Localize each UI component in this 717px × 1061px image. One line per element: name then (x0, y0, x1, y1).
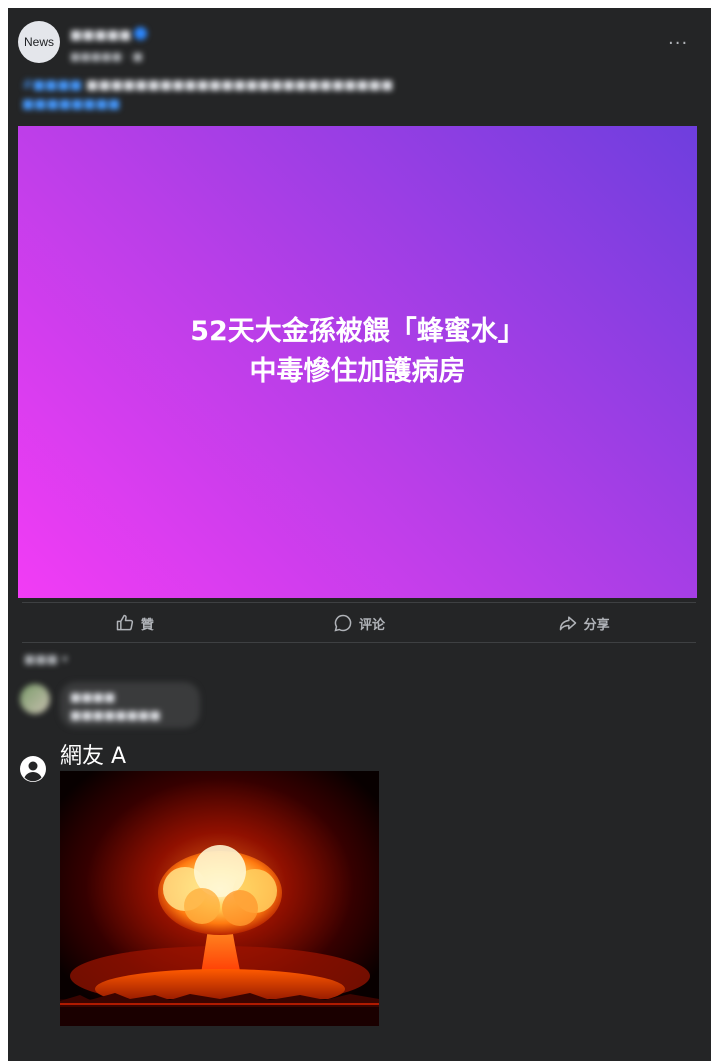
page-avatar[interactable]: News (18, 21, 60, 63)
thumbs-up-icon (116, 614, 133, 631)
comment-sort-dropdown[interactable]: ■■■ ▾ (24, 652, 68, 666)
divider-top (22, 602, 696, 603)
share-button[interactable]: 分享 (471, 608, 696, 638)
post-caption: #■■■■ ■■■■■■■■■■■■■■■■■■■■■■■■■ ■■■■■■■■ (22, 76, 452, 114)
headline-line-2: 中毒慘住加護病房 (249, 356, 466, 387)
divider-bottom (22, 642, 696, 643)
comment-button[interactable]: 评论 (247, 608, 472, 638)
commenter-avatar[interactable] (20, 684, 50, 714)
headline: 52天大金孫被餵「蜂蜜水」 中毒慘住加護病房 (190, 312, 525, 392)
comment-bubble-icon (334, 614, 352, 632)
post-timestamp[interactable]: ■■■■■ · ■ (70, 50, 143, 63)
like-button[interactable]: 贊 (22, 608, 247, 638)
avatar-label: News (23, 35, 54, 49)
share-arrow-icon (559, 616, 576, 631)
commenter-name[interactable]: ■■■■ (70, 690, 115, 704)
page-name[interactable]: ■■■■■ (70, 28, 131, 43)
more-options-icon[interactable]: ··· (668, 33, 688, 54)
comment-text: ■■■■■■■■ (70, 708, 161, 722)
post-image[interactable]: 52天大金孫被餵「蜂蜜水」 中毒慘住加護病房 (18, 126, 697, 598)
explosion-image[interactable] (60, 771, 379, 1026)
netizen-name[interactable]: 網友 A (60, 738, 126, 770)
user-avatar-icon[interactable] (20, 756, 46, 782)
comment-label: 评论 (359, 617, 386, 633)
caption-hashtag[interactable]: #■■■■ (22, 78, 82, 93)
action-bar: 贊 评论 分享 (22, 608, 696, 638)
like-label: 贊 (140, 617, 154, 633)
post-card: News ■■■■■ ■■■■■ · ■ ··· #■■■■ ■■■■■■■■■… (8, 8, 711, 1061)
share-label: 分享 (583, 617, 610, 633)
caption-text: ■■■■■■■■■■■■■■■■■■■■■■■■■ (86, 78, 394, 93)
mushroom-cloud-graphic (60, 771, 379, 1026)
comment-bubble: ■■■■ ■■■■■■■■ (60, 682, 200, 728)
verified-badge-icon (134, 27, 147, 40)
caption-link[interactable]: ■■■■■■■■ (22, 97, 120, 112)
headline-line-1: 52天大金孫被餵「蜂蜜水」 (190, 316, 525, 347)
post-header: News ■■■■■ ■■■■■ · ■ ··· #■■■■ ■■■■■■■■■… (8, 8, 711, 126)
